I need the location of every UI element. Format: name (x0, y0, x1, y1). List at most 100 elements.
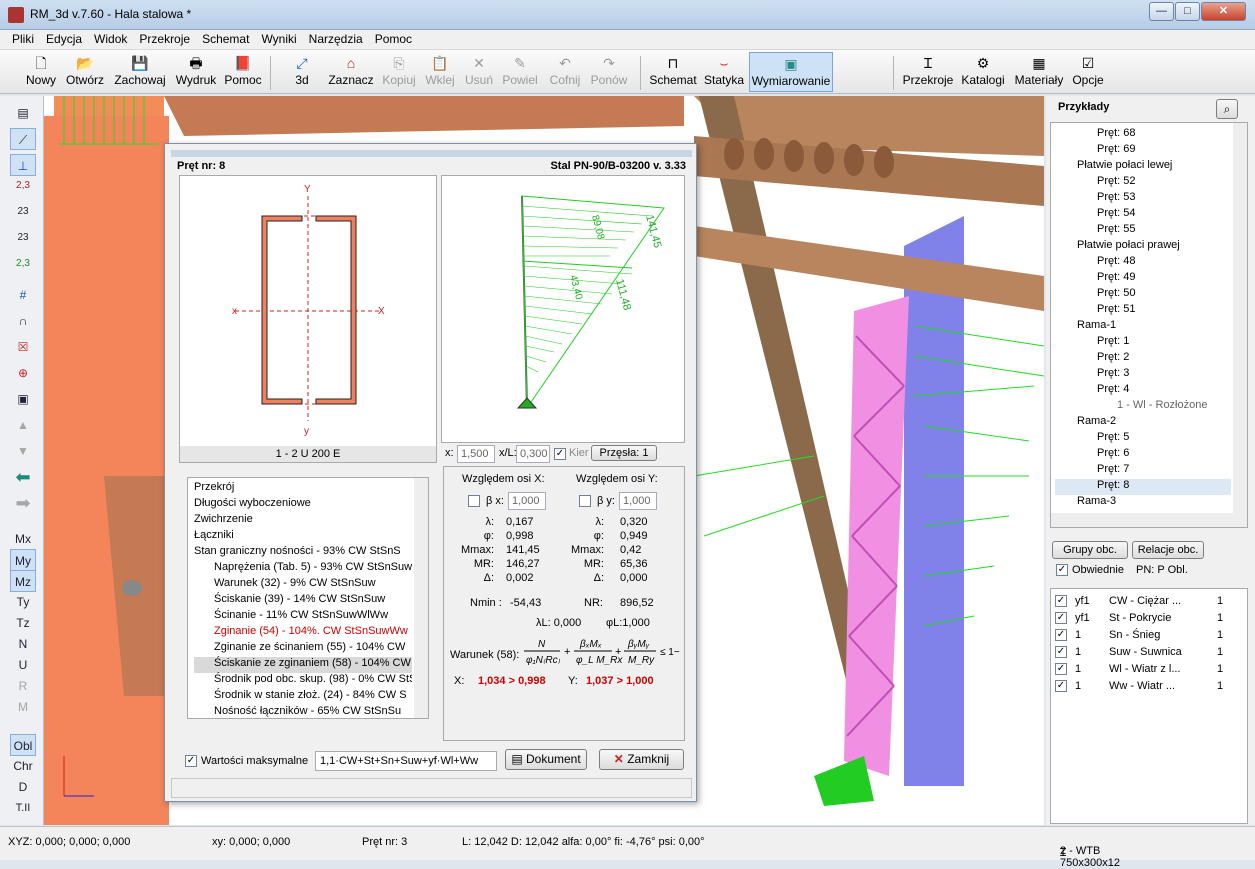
print-button[interactable]: 🖶 Wydruk (172, 52, 220, 92)
max-values-checkbox[interactable]: ✓ (185, 755, 197, 767)
tree-item[interactable]: Pręt: 7 (1055, 463, 1231, 479)
arrow-up-icon[interactable]: ▲ (10, 414, 36, 436)
duplicate-button[interactable]: ✎ Powiel (500, 52, 540, 92)
search-button[interactable]: ⌕ (1216, 99, 1238, 119)
list-item[interactable]: Łączniki (194, 529, 412, 545)
new-button[interactable]: 🗋 Nowy (22, 52, 60, 92)
target-icon[interactable]: ⊕ (10, 362, 36, 384)
n-button[interactable]: N (10, 633, 36, 655)
arrow-down-icon[interactable]: ▼ (10, 440, 36, 462)
undo-button[interactable]: ↶ Cofnij (545, 52, 585, 92)
tree-item[interactable]: Pręt: 54 (1055, 207, 1231, 223)
tree-item[interactable]: Pręt: 48 (1055, 255, 1231, 271)
tree-load-item[interactable]: 1 - Wl - Rozłożone (1055, 399, 1231, 415)
list-item-selected[interactable]: Ściskanie ze zginaniem (58) - 104% CW (194, 657, 412, 673)
load-checkbox[interactable]: ✓ (1055, 663, 1067, 676)
options-button[interactable]: ☑ Opcje (1070, 52, 1106, 92)
tree-folder[interactable]: Rama-2 (1055, 415, 1231, 431)
tree-item[interactable]: Pręt: 69 (1055, 143, 1231, 159)
tree-item[interactable]: Pręt: 49 (1055, 271, 1231, 287)
list-item[interactable]: Środnik w stanie złoż. (24) - 84% CW S (194, 689, 412, 705)
kier-checkbox[interactable]: ✓ (554, 448, 566, 460)
list-item[interactable]: Nośność łączników - 65% CW StSnSu (194, 705, 412, 721)
cross-frame-icon[interactable]: ☒ (10, 336, 36, 358)
load-cases-list[interactable]: ✓ yf1 CW - Ciężar ... 1 ✓ yf1 St - Pokrycie 1 … (1050, 588, 1248, 824)
load-checkbox[interactable]: ✓ (1055, 646, 1067, 659)
load-groups-button[interactable]: Grupy obc. (1052, 541, 1128, 559)
camera-icon[interactable]: ▣ (10, 388, 36, 410)
tree-folder[interactable]: Płatwie połaci lewej (1055, 159, 1231, 175)
close-dialog-button[interactable]: ✕ Zamknij (599, 749, 684, 770)
list-item[interactable]: Stan graniczny nośności - 93% CW StSnS (194, 545, 412, 561)
tree-item[interactable]: Pręt: 4 (1055, 383, 1231, 399)
tree-item[interactable]: Pręt: 50 (1055, 287, 1231, 303)
beta-y-checkbox[interactable] (579, 495, 591, 507)
load-checkbox[interactable]: ✓ (1055, 629, 1067, 642)
sections-button[interactable]: Ɪ Przekroje (902, 52, 954, 92)
tree-item[interactable]: Pręt: 51 (1055, 303, 1231, 319)
beta-x-input[interactable]: 1,000 (508, 492, 546, 510)
menu-wyniki[interactable]: Wyniki (255, 30, 302, 48)
load-label-1-icon[interactable]: 2,3 (10, 180, 36, 202)
copy-button[interactable]: ⎘ Kopiuj (380, 52, 418, 92)
checks-list[interactable]: Przekrój Długości wyboczeniowe Zwichrzen… (187, 477, 429, 719)
mx-button[interactable]: Mx (10, 528, 36, 550)
m-button[interactable]: M (10, 696, 36, 718)
menu-schemat[interactable]: Schemat (196, 30, 255, 48)
design-button[interactable]: ▣ Wymiarowanie (749, 52, 833, 92)
list-item[interactable]: Ściskanie (39) - 14% CW StSnSuw (194, 593, 412, 609)
menu-widok[interactable]: Widok (88, 30, 133, 48)
mz-button[interactable]: Mz (10, 570, 36, 592)
paste-button[interactable]: 📋 Wklej (423, 52, 457, 92)
tree-item[interactable]: Pręt: 1 (1055, 335, 1231, 351)
menu-narzedzia[interactable]: Narzędzia (303, 30, 369, 48)
menu-pliki[interactable]: Pliki (6, 30, 40, 48)
redo-button[interactable]: ↷ Ponów (589, 52, 629, 92)
list-item[interactable]: Środnik pod obc. skup. (98) - 0% CW StSn (194, 673, 412, 689)
load-checkbox[interactable]: ✓ (1055, 595, 1067, 608)
obl-button[interactable]: Obl (10, 734, 36, 756)
r-button[interactable]: R (10, 675, 36, 697)
list-item[interactable]: Warunek (32) - 9% CW StSnSuw (194, 577, 412, 593)
u-button[interactable]: U (10, 654, 36, 676)
document-button[interactable]: ▤ Dokument (505, 749, 587, 770)
help-button[interactable]: 📕 Pomoc (223, 52, 263, 92)
tree-item-selected[interactable]: Pręt: 8 (1055, 479, 1231, 495)
select-button[interactable]: ⌂ Zaznacz (327, 52, 375, 92)
tree-folder[interactable]: Rama-3 (1055, 495, 1231, 511)
tree-vscrollbar[interactable] (1233, 123, 1247, 513)
beta-y-input[interactable]: 1,000 (619, 492, 657, 510)
tree-item[interactable]: Pręt: 68 (1055, 127, 1231, 143)
spans-button[interactable]: Przęsła: 1 (591, 445, 657, 461)
tree-item[interactable]: Pręt: 55 (1055, 223, 1231, 239)
model-tree[interactable]: Pręt: 68 Pręt: 69 Płatwie połaci lewej P… (1050, 122, 1248, 528)
chr-button[interactable]: Chr (10, 755, 36, 777)
xl-ratio-input[interactable]: 0,300 (516, 445, 550, 463)
list-item[interactable]: Naprężenia (Tab. 5) - 93% CW StSnSuw (194, 561, 412, 577)
close-window-button[interactable]: ✕ (1201, 2, 1246, 21)
envelopes-checkbox[interactable]: ✓ (1056, 564, 1068, 576)
arch-icon[interactable]: ∩ (10, 310, 36, 332)
delete-button[interactable]: ✕ Usuń (462, 52, 496, 92)
schema-button[interactable]: ⊓ Schemat (649, 52, 697, 92)
list-item[interactable]: Długości wyboczeniowe (194, 497, 412, 513)
open-button[interactable]: 📂 Otwórz (62, 52, 108, 92)
catalogs-button[interactable]: ⚙ Katalogi (959, 52, 1007, 92)
tree-item[interactable]: Pręt: 6 (1055, 447, 1231, 463)
tree-hscrollbar[interactable] (1051, 513, 1247, 527)
t2-button[interactable]: T.II (10, 797, 36, 819)
tree-item[interactable]: Pręt: 53 (1055, 191, 1231, 207)
tree-item[interactable]: Pręt: 52 (1055, 175, 1231, 191)
grid-icon[interactable]: # (10, 284, 36, 306)
list-vscrollbar[interactable] (414, 478, 428, 718)
load-row[interactable]: ✓ yf1 St - Pokrycie 1 (1055, 612, 1243, 629)
tree-folder[interactable]: Płatwie połaci prawej (1055, 239, 1231, 255)
load-row[interactable]: ✓ 1 Suw - Suwnica 1 (1055, 646, 1243, 663)
view-properties-icon[interactable]: ▤ (10, 102, 36, 124)
tree-folder[interactable]: Rama-1 (1055, 319, 1231, 335)
ty-button[interactable]: Ty (10, 591, 36, 613)
load-label-2-icon[interactable]: 23 (10, 206, 36, 228)
load-relations-button[interactable]: Relacje obc. (1132, 541, 1204, 559)
beta-x-checkbox[interactable] (468, 495, 480, 507)
load-row[interactable]: ✓ 1 Sn - Śnieg 1 (1055, 629, 1243, 646)
